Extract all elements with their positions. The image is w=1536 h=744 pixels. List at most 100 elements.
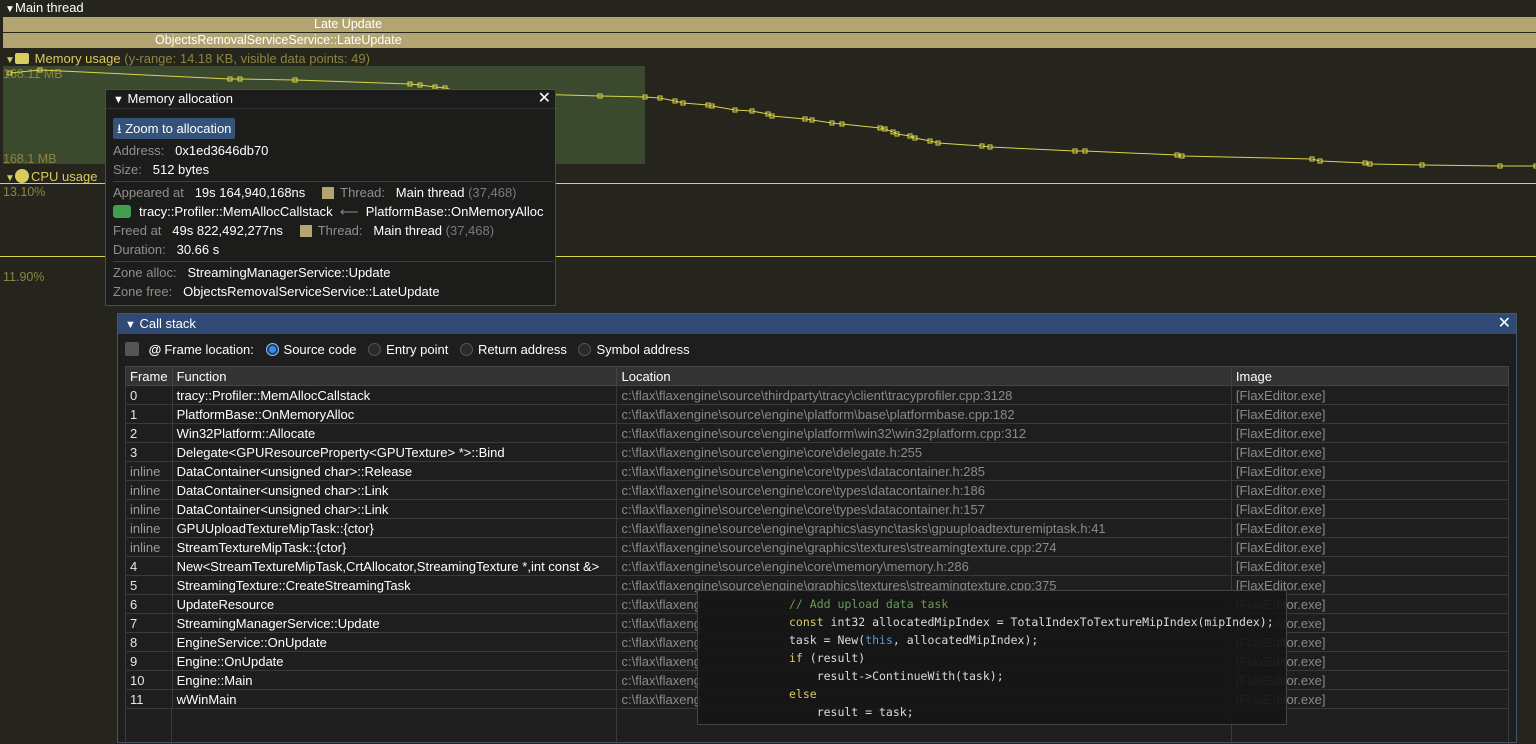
- frame-cell[interactable]: inline: [125, 537, 173, 557]
- location-cell[interactable]: c:\flax\flaxengine\source\engine\core\de…: [616, 442, 1232, 462]
- function-cell[interactable]: DataContainer<unsigned char>::Release: [171, 461, 618, 481]
- frame-cell[interactable]: 11: [125, 689, 173, 709]
- table-row[interactable]: inline GPUUploadTextureMipTask::{ctor} c:\…: [125, 518, 1510, 538]
- frame-cell[interactable]: 6: [125, 594, 173, 614]
- frame-cell[interactable]: 1: [125, 404, 173, 424]
- function-cell[interactable]: New<StreamTextureMipTask,CrtAllocator,St…: [171, 556, 618, 576]
- location-cell[interactable]: c:\flax\flaxengine\source\engine\platfor…: [616, 404, 1232, 424]
- clipboard-icon[interactable]: [125, 342, 139, 356]
- frame-cell[interactable]: inline: [125, 518, 173, 538]
- radio-label[interactable]: Return address: [478, 342, 567, 357]
- radio-label[interactable]: Source code: [284, 342, 357, 357]
- frame-cell[interactable]: inline: [125, 461, 173, 481]
- window-title-bar[interactable]: ▼ Call stack: [118, 314, 1516, 334]
- table-row[interactable]: 3 Delegate<GPUResourceProperty<GPUTexture…: [125, 442, 1510, 462]
- thread-color-swatch: [322, 187, 335, 199]
- function-cell[interactable]: StreamingManagerService::Update: [171, 613, 618, 633]
- column-header-location[interactable]: Location: [616, 366, 1232, 386]
- function-cell[interactable]: DataContainer<unsigned char>::Link: [171, 480, 618, 500]
- cpu-min-label: 11.90%: [3, 270, 45, 284]
- close-icon[interactable]: ✕: [538, 90, 551, 108]
- divider: [113, 181, 553, 182]
- radio-entry-point[interactable]: [368, 343, 382, 356]
- column-header-frame[interactable]: Frame: [125, 366, 173, 386]
- at-icon: @: [148, 342, 162, 357]
- image-cell[interactable]: [FlaxEditor.exe]: [1230, 499, 1510, 519]
- button-label: Zoom to allocation: [125, 121, 232, 136]
- frame-cell[interactable]: inline: [125, 499, 173, 519]
- radio-label[interactable]: Symbol address: [596, 342, 689, 357]
- close-icon[interactable]: ✕: [1498, 314, 1511, 334]
- function-cell[interactable]: Engine::Main: [171, 670, 618, 690]
- frame-cell[interactable]: 5: [125, 575, 173, 595]
- freed-row: Freed at 49s 822,492,277ns Thread: Main …: [113, 223, 495, 238]
- image-cell[interactable]: [FlaxEditor.exe]: [1230, 461, 1510, 481]
- zone-alloc-row[interactable]: Zone alloc: StreamingManagerService::Upd…: [113, 263, 391, 282]
- frame-cell[interactable]: 2: [125, 423, 173, 443]
- table-row[interactable]: inline DataContainer<unsigned char>::Rele…: [125, 461, 1510, 481]
- table-row[interactable]: 2 Win32Platform::Allocate c:\flax\flaxengi…: [125, 423, 1510, 443]
- image-cell[interactable]: [FlaxEditor.exe]: [1230, 556, 1510, 576]
- image-cell[interactable]: [FlaxEditor.exe]: [1230, 423, 1510, 443]
- function-cell[interactable]: Delegate<GPUResourceProperty<GPUTexture>…: [171, 442, 618, 462]
- table-row[interactable]: inline DataContainer<unsigned char>::Link…: [125, 480, 1510, 500]
- location-cell[interactable]: c:\flax\flaxengine\source\engine\core\ty…: [616, 480, 1232, 500]
- frame-cell[interactable]: inline: [125, 480, 173, 500]
- location-cell[interactable]: c:\flax\flaxengine\source\thirdparty\tra…: [616, 385, 1232, 405]
- frame-location-toolbar: @ Frame location: Source code Entry point…: [125, 341, 690, 359]
- image-cell[interactable]: [FlaxEditor.exe]: [1230, 480, 1510, 500]
- duration-row: Duration: 30.66 s: [113, 242, 220, 257]
- function-cell[interactable]: GPUUploadTextureMipTask::{ctor}: [171, 518, 618, 538]
- frame-cell[interactable]: 0: [125, 385, 173, 405]
- zone-free-row[interactable]: Zone free: ObjectsRemovalServiceService:…: [113, 282, 440, 301]
- image-cell[interactable]: [FlaxEditor.exe]: [1230, 518, 1510, 538]
- cpu-max-label: 13.10%: [3, 185, 46, 199]
- table-row[interactable]: inline StreamTextureMipTask::{ctor} c:\fla…: [125, 537, 1510, 557]
- frame-cell[interactable]: 7: [125, 613, 173, 633]
- location-cell[interactable]: c:\flax\flaxengine\source\engine\platfor…: [616, 423, 1232, 443]
- radio-label[interactable]: Entry point: [386, 342, 448, 357]
- function-cell[interactable]: wWinMain: [171, 689, 618, 709]
- image-cell[interactable]: [FlaxEditor.exe]: [1230, 385, 1510, 405]
- column-header-function[interactable]: Function: [171, 366, 618, 386]
- function-cell[interactable]: tracy::Profiler::MemAllocCallstack: [171, 385, 618, 405]
- table-row[interactable]: 1 PlatformBase::OnMemoryAlloc c:\flax\flax…: [125, 404, 1510, 424]
- frame-cell[interactable]: 4: [125, 556, 173, 576]
- memory-allocation-window[interactable]: ▼ Memory allocation ✕ ⭳ Zoom to allocati…: [105, 89, 556, 306]
- callstack-icon[interactable]: [113, 205, 131, 218]
- table-row[interactable]: inline DataContainer<unsigned char>::Link…: [125, 499, 1510, 519]
- radio-source-code[interactable]: [265, 343, 279, 356]
- size-row: Size: 512 bytes: [113, 162, 210, 177]
- radio-symbol-address[interactable]: [578, 343, 592, 356]
- table-row[interactable]: 0 tracy::Profiler::MemAllocCallstack c:\fl…: [125, 385, 1510, 405]
- location-cell[interactable]: c:\flax\flaxengine\source\engine\core\ty…: [616, 461, 1232, 481]
- location-cell[interactable]: c:\flax\flaxengine\source\engine\graphic…: [616, 537, 1232, 557]
- collapse-triangle-icon[interactable]: ▼: [113, 94, 124, 106]
- frame-cell[interactable]: 8: [125, 632, 173, 652]
- function-cell[interactable]: UpdateResource: [171, 594, 618, 614]
- function-cell[interactable]: StreamingTexture::CreateStreamingTask: [171, 575, 618, 595]
- code-line: result = task;: [789, 705, 914, 719]
- column-header-image[interactable]: Image: [1230, 366, 1510, 386]
- table-row[interactable]: 4 New<StreamTextureMipTask,CrtAllocator,S…: [125, 556, 1510, 576]
- radio-return-address[interactable]: [459, 343, 473, 356]
- location-cell[interactable]: c:\flax\flaxengine\source\engine\core\me…: [616, 556, 1232, 576]
- callstack-row[interactable]: tracy::Profiler::MemAllocCallstack ⟵ Pla…: [113, 202, 543, 221]
- function-cell[interactable]: PlatformBase::OnMemoryAlloc: [171, 404, 618, 424]
- zoom-to-allocation-button[interactable]: ⭳ Zoom to allocation: [113, 118, 236, 139]
- function-cell[interactable]: DataContainer<unsigned char>::Link: [171, 499, 618, 519]
- collapse-triangle-icon[interactable]: ▼: [125, 319, 136, 331]
- frame-cell[interactable]: 3: [125, 442, 173, 462]
- function-cell[interactable]: EngineService::OnUpdate: [171, 632, 618, 652]
- image-cell[interactable]: [FlaxEditor.exe]: [1230, 537, 1510, 557]
- location-cell[interactable]: c:\flax\flaxengine\source\engine\core\ty…: [616, 499, 1232, 519]
- image-cell[interactable]: [FlaxEditor.exe]: [1230, 442, 1510, 462]
- frame-cell[interactable]: 9: [125, 651, 173, 671]
- location-cell[interactable]: c:\flax\flaxengine\source\engine\graphic…: [616, 518, 1232, 538]
- function-cell[interactable]: Engine::OnUpdate: [171, 651, 618, 671]
- function-cell[interactable]: Win32Platform::Allocate: [171, 423, 618, 443]
- window-title-bar[interactable]: ▼ Memory allocation: [106, 90, 555, 109]
- function-cell[interactable]: StreamTextureMipTask::{ctor}: [171, 537, 618, 557]
- image-cell[interactable]: [FlaxEditor.exe]: [1230, 404, 1510, 424]
- frame-cell[interactable]: 10: [125, 670, 173, 690]
